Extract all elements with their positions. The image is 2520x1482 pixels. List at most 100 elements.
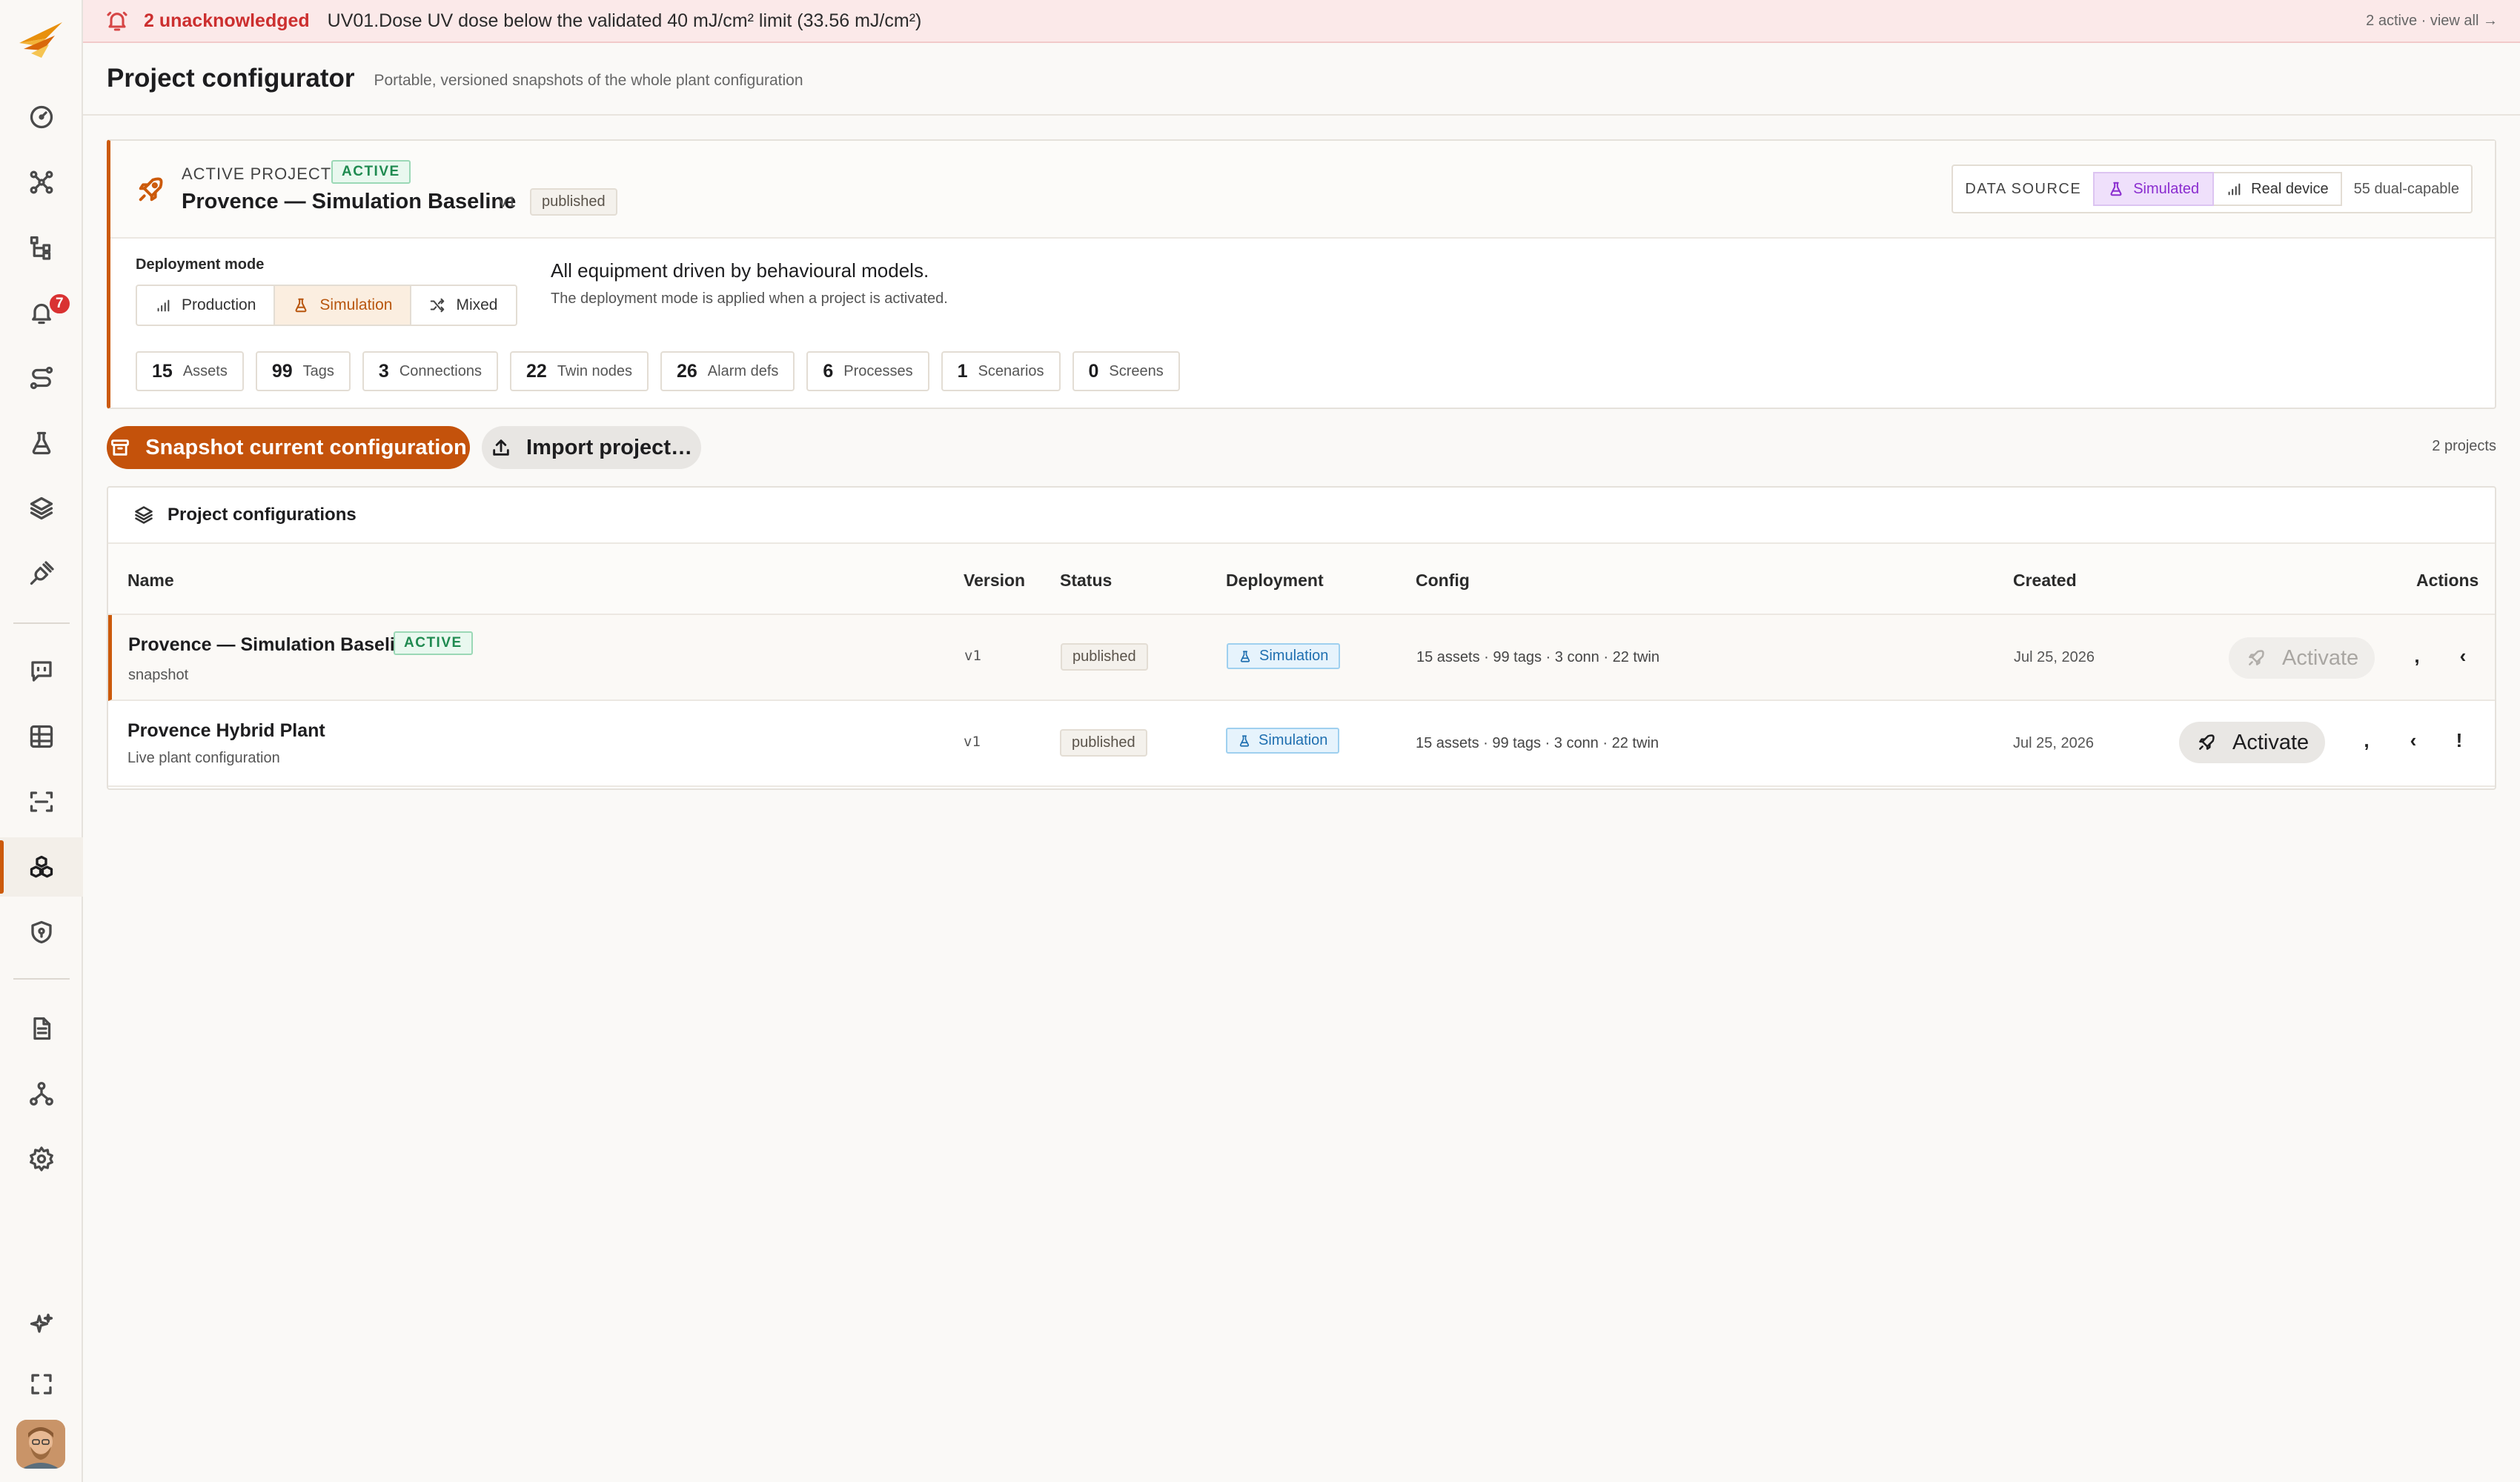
nav-screens[interactable] (0, 707, 83, 766)
avatar[interactable] (16, 1420, 65, 1469)
rocket-icon (139, 177, 163, 202)
row-activate-button[interactable]: Activate (2179, 722, 2326, 763)
row-action-glyph[interactable]: ‹ (2458, 645, 2468, 667)
row-deployment-badge: Simulation (1227, 643, 1341, 669)
alarm-count-badge: 7 (47, 292, 72, 316)
app-logo[interactable] (16, 16, 67, 62)
row-activate-button[interactable]: Activate (2229, 637, 2375, 679)
scan-icon (30, 791, 53, 812)
nav-graph[interactable] (0, 153, 83, 212)
row-created-date: Jul 25, 2026 (2013, 735, 2094, 751)
signal-bars-icon (2228, 183, 2241, 196)
stat-number: 3 (378, 360, 389, 382)
alarm-bell-icon (107, 11, 127, 31)
table-row[interactable]: Provence — Simulation Baseline ACTIVE sn… (108, 615, 2495, 701)
data-source-real-label: Real device (2251, 180, 2329, 197)
alarm-banner[interactable]: 2 unacknowledged UV01.Dose UV dose below… (83, 0, 2520, 43)
stat-label: Scenarios (978, 362, 1044, 379)
nav-layers[interactable] (0, 479, 83, 538)
rocket-icon (2199, 734, 2215, 750)
signal-bars-icon (157, 299, 170, 312)
nav-messages[interactable] (0, 642, 83, 701)
row-project-name: Provence — Simulation Baseline (128, 634, 417, 655)
stat-number: 0 (1088, 360, 1099, 382)
active-project-name: Provence — Simulation Baseline (182, 190, 517, 213)
column-header-status[interactable]: Status (1060, 571, 1112, 591)
row-action-glyph[interactable]: , (2361, 729, 2372, 751)
data-source-real-button[interactable]: Real device (2214, 172, 2342, 206)
dual-capable-count: 55 dual-capable (2353, 180, 2459, 197)
nav-simulation[interactable] (0, 413, 83, 473)
nav-dashboard[interactable] (0, 87, 83, 147)
row-action-glyph[interactable]: ‹ (2408, 729, 2418, 751)
deployment-mode-description: All equipment driven by behavioural mode… (551, 259, 929, 282)
row-config-summary: 15 assets · 99 tags · 3 conn · 22 twin (1416, 649, 1659, 665)
nav-alarms[interactable]: 7 (0, 283, 83, 342)
column-header-created[interactable]: Created (2013, 571, 2077, 591)
row-action-glyph[interactable]: ! (2454, 729, 2464, 751)
hierarchy-icon (30, 236, 51, 260)
table-row[interactable]: Provence Hybrid Plant Live plant configu… (108, 701, 2495, 787)
snapshot-config-label: Snapshot current configuration (145, 435, 467, 459)
shield-icon (31, 920, 52, 944)
deployment-mode-production[interactable]: Production (137, 286, 276, 325)
column-header-deployment[interactable]: Deployment (1226, 571, 1324, 591)
stat-label: Alarm defs (707, 362, 779, 379)
nav-security[interactable] (0, 903, 83, 962)
chat-icon (31, 661, 52, 682)
deployment-mode-simulation[interactable]: Simulation (275, 286, 412, 325)
nav-network[interactable] (0, 1064, 83, 1123)
stat-twin-nodes: 22 Twin nodes (510, 351, 649, 391)
deployment-mode-mixed-label: Mixed (456, 296, 498, 313)
active-project-publish-badge: published (530, 188, 617, 216)
nav-project-configurator[interactable] (0, 837, 83, 897)
gear-icon (30, 1146, 53, 1172)
nav-scan[interactable] (0, 772, 83, 831)
nav-fullscreen[interactable] (0, 1355, 83, 1414)
plug-icon (30, 561, 54, 585)
nav-hierarchy[interactable] (0, 218, 83, 277)
deployment-mode-mixed[interactable]: Mixed (411, 286, 515, 325)
page-header: Project configurator Portable, versioned… (83, 43, 2520, 116)
document-icon (33, 1017, 51, 1040)
row-project-description: Live plant configuration (127, 750, 280, 766)
nav-documents[interactable] (0, 999, 83, 1058)
flask-icon (32, 431, 51, 455)
row-action-glyph[interactable]: , (2412, 645, 2422, 667)
project-configurations-table: Project configurations Name Version Stat… (107, 486, 2496, 790)
column-header-config[interactable]: Config (1416, 571, 1470, 591)
active-project-label: ACTIVE PROJECT (182, 165, 332, 183)
rocket-icon (2249, 650, 2264, 665)
dashboard-icon (30, 105, 53, 129)
table-column-headers: Name Version Status Deployment Config Cr… (108, 544, 2495, 615)
row-version: v1 (964, 648, 981, 664)
import-project-button[interactable]: Import project… (482, 426, 701, 469)
stat-alarm-defs: 26 Alarm defs (660, 351, 795, 391)
layers-icon (30, 496, 53, 520)
import-project-label: Import project… (526, 435, 692, 459)
row-status-badge: published (1060, 729, 1147, 757)
nav-assistant[interactable] (0, 1295, 83, 1355)
project-stats: 15 Assets 99 Tags 3 Connections 22 Twin node… (136, 351, 1180, 391)
flask-icon (1239, 734, 1250, 747)
stat-label: Screens (1109, 362, 1164, 379)
data-source-simulated-label: Simulated (2133, 180, 2200, 197)
column-header-version[interactable]: Version (964, 571, 1025, 591)
deployment-mode-selector: Production Simulation Mixed (136, 285, 517, 326)
column-header-name[interactable]: Name (127, 571, 174, 591)
deployment-mode-simulation-label: Simulation (319, 296, 393, 313)
data-source-simulated-button[interactable]: Simulated (2093, 172, 2215, 206)
flask-icon (2110, 182, 2122, 196)
nav-settings[interactable] (0, 1129, 83, 1189)
stat-processes: 6 Processes (806, 351, 929, 391)
alarm-message: UV01.Dose UV dose below the validated 40… (327, 10, 922, 31)
nav-connections[interactable] (0, 544, 83, 603)
alarm-view-all-link[interactable]: 2 active · view all → (2366, 13, 2498, 30)
stat-label: Tags (302, 362, 334, 379)
row-deployment-label: Simulation (1259, 732, 1328, 748)
snapshot-config-button[interactable]: Snapshot current configuration (107, 426, 470, 469)
active-status-badge: ACTIVE (331, 160, 411, 184)
nav-routes[interactable] (0, 348, 83, 408)
sparkles-icon (30, 1313, 53, 1333)
stat-tags: 99 Tags (255, 351, 351, 391)
